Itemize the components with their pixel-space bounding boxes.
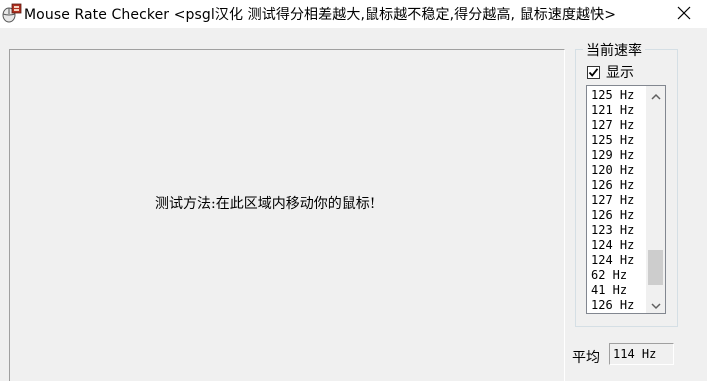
rate-list-item[interactable]: 121 Hz xyxy=(591,103,643,118)
rate-list: 125 Hz 121 Hz 127 Hz 125 Hz 129 Hz 120 Hz 126 … xyxy=(591,88,643,313)
scroll-down-button[interactable] xyxy=(646,296,665,313)
show-rate-toggle[interactable]: 显示 xyxy=(587,62,634,82)
rate-list-item[interactable]: 129 Hz xyxy=(591,148,643,163)
close-icon xyxy=(677,5,691,24)
scroll-up-button[interactable] xyxy=(646,86,665,103)
chevron-up-icon xyxy=(650,86,661,104)
rate-list-item[interactable]: 125 Hz xyxy=(591,88,643,103)
rate-list-item[interactable]: 126 Hz xyxy=(591,178,643,193)
rate-list-item[interactable]: 124 Hz xyxy=(591,238,643,253)
rate-list-item[interactable]: 125 Hz xyxy=(591,133,643,148)
show-checkbox-label: 显示 xyxy=(606,65,634,81)
rate-list-item[interactable]: 127 Hz xyxy=(591,193,643,208)
rate-list-item[interactable]: 126 Hz xyxy=(591,298,643,313)
current-rate-title: 当前速率 xyxy=(583,40,645,60)
rate-list-item[interactable]: 124 Hz xyxy=(591,253,643,268)
mouse-app-icon xyxy=(0,2,22,24)
show-checkbox[interactable] xyxy=(587,65,600,79)
mouse-test-area[interactable]: 测试方法:在此区域内移动你的鼠标! xyxy=(9,49,565,381)
scroll-track[interactable] xyxy=(646,103,665,296)
rate-list-item[interactable]: 120 Hz xyxy=(591,163,643,178)
chevron-down-icon xyxy=(650,295,661,313)
checkmark-icon xyxy=(588,67,599,77)
rate-list-item[interactable]: 41 Hz xyxy=(591,283,643,298)
rate-listbox[interactable]: 125 Hz 121 Hz 127 Hz 125 Hz 129 Hz 120 Hz 126 … xyxy=(586,85,666,314)
rate-list-item[interactable]: 62 Hz xyxy=(591,268,643,283)
rate-list-scrollbar[interactable] xyxy=(646,86,665,313)
scroll-thumb[interactable] xyxy=(648,250,663,285)
close-button[interactable] xyxy=(661,0,707,28)
rate-list-item[interactable]: 127 Hz xyxy=(591,118,643,133)
title-bar[interactable]: Mouse Rate Checker <psgl汉化 测试得分相差越大,鼠标越不… xyxy=(0,0,707,28)
window-title: Mouse Rate Checker <psgl汉化 测试得分相差越大,鼠标越不… xyxy=(24,7,617,23)
average-value: 114 Hz xyxy=(609,343,674,365)
average-label: 平均 xyxy=(572,350,600,366)
rate-list-item[interactable]: 123 Hz xyxy=(591,223,643,238)
rate-list-item[interactable]: 126 Hz xyxy=(591,208,643,223)
test-instruction: 测试方法:在此区域内移动你的鼠标! xyxy=(155,196,376,212)
app-window: Mouse Rate Checker <psgl汉化 测试得分相差越大,鼠标越不… xyxy=(0,0,707,381)
